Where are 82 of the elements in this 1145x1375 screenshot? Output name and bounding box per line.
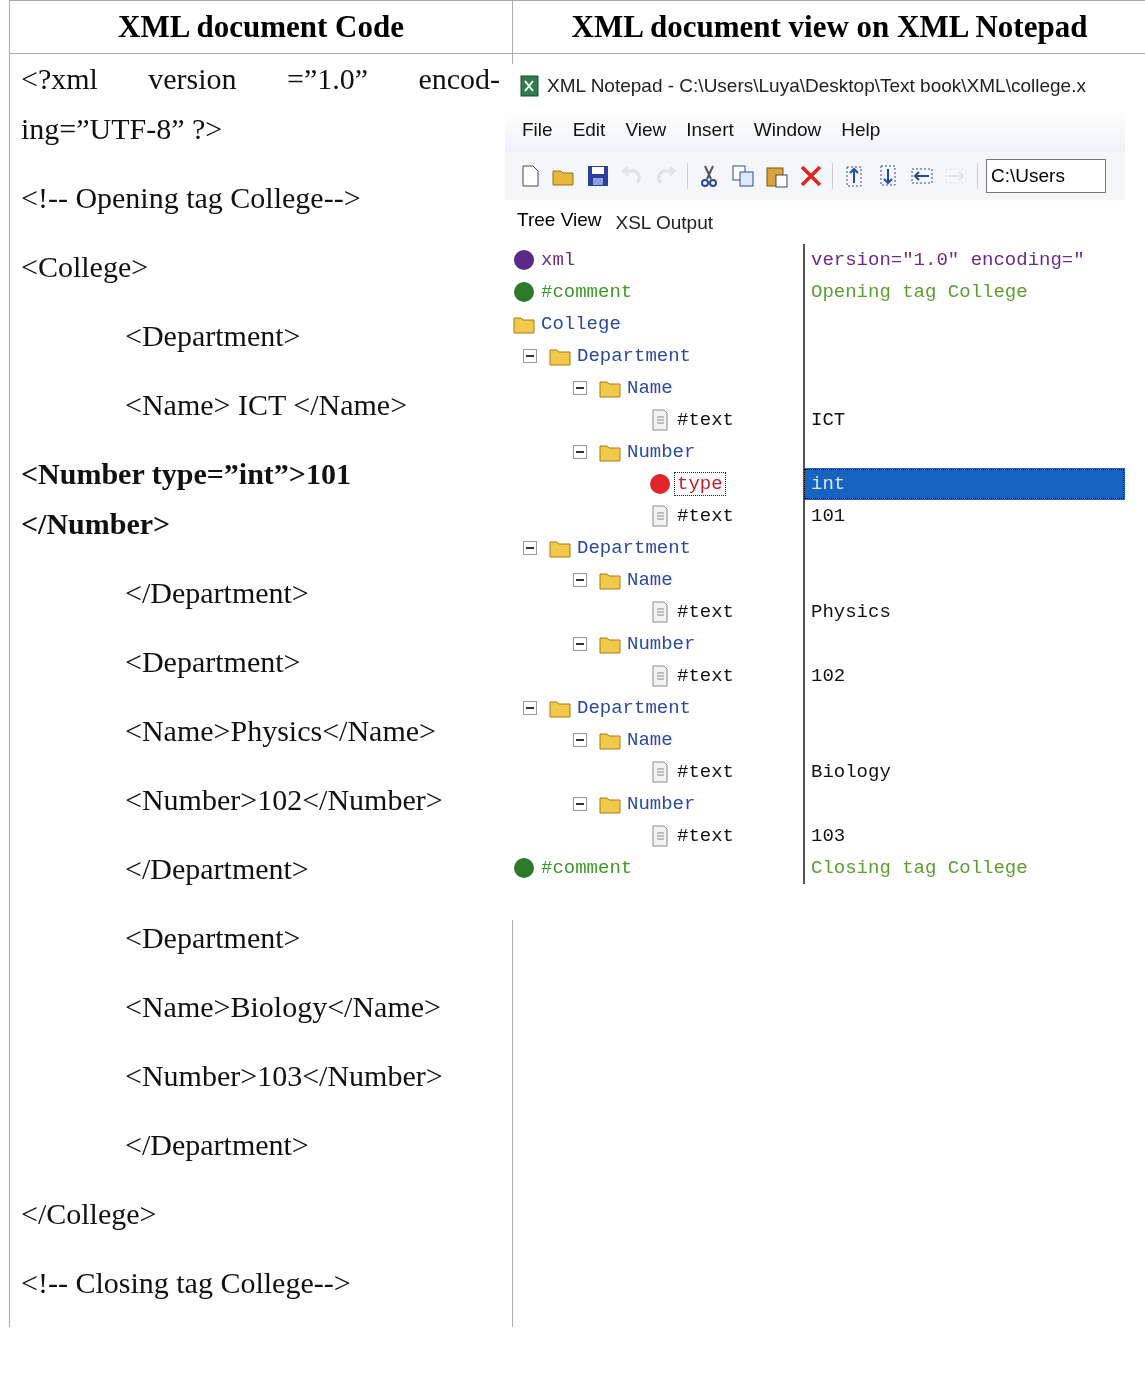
menu-item[interactable]: View <box>618 117 674 143</box>
node-name[interactable]: #text <box>675 505 736 527</box>
node-name[interactable]: College <box>539 313 623 335</box>
node-value: 103 <box>803 820 1125 852</box>
node-name[interactable]: Name <box>625 569 675 591</box>
node-name[interactable]: xml <box>539 249 578 271</box>
menu-item[interactable]: Edit <box>565 117 613 143</box>
code-line: <Number>102</Number> <box>124 782 444 818</box>
code-line: </Department> <box>124 851 310 887</box>
window-title: XML Notepad - C:\Users\Luya\Desktop\Text book\XML\college.x <box>547 75 1086 97</box>
node-name[interactable]: #text <box>675 409 736 431</box>
collapse-icon[interactable] <box>573 381 587 395</box>
menu-item[interactable]: File <box>515 117 560 143</box>
tab[interactable]: XSL Output <box>611 210 717 240</box>
code-line: <!-- Closing tag College--> <box>21 1265 352 1301</box>
column-header: XML document Code <box>10 1 513 54</box>
node-name[interactable]: #comment <box>539 281 635 303</box>
copy-icon[interactable] <box>730 163 756 189</box>
code-line: </Department> <box>124 1127 310 1163</box>
node-value: Biology <box>803 756 1125 788</box>
menu-item[interactable]: Insert <box>679 117 741 143</box>
document-icon <box>649 665 671 687</box>
code-line: <Number>103</Number> <box>124 1058 444 1094</box>
node-name[interactable]: #text <box>675 825 736 847</box>
node-name[interactable]: Name <box>625 729 675 751</box>
code-line: <College> <box>21 249 150 285</box>
collapse-icon[interactable] <box>573 733 587 747</box>
code-line: <Number type=”int”>101 </Number> <box>21 456 352 542</box>
node-value: version="1.0" encoding=" <box>803 244 1125 276</box>
code-line: <Department> <box>124 318 302 354</box>
node-name[interactable]: #text <box>675 665 736 687</box>
node-name[interactable]: Department <box>575 537 694 559</box>
document-icon <box>649 825 671 847</box>
app-icon <box>519 75 541 97</box>
code-line: <Department> <box>124 920 302 956</box>
document-icon <box>649 601 671 623</box>
node-name[interactable]: #comment <box>539 857 635 879</box>
dot-icon <box>649 473 671 495</box>
collapse-icon[interactable] <box>573 637 587 651</box>
menu-item[interactable]: Window <box>746 117 829 143</box>
code-line: <Name>Biology</Name> <box>124 989 442 1025</box>
node-value: ICT <box>803 404 1125 436</box>
code-line: </College> <box>21 1196 158 1232</box>
code-line: <Name> ICT </Name> <box>124 387 409 423</box>
document-icon <box>649 409 671 431</box>
dot-icon <box>513 857 535 879</box>
location-field[interactable]: C:\Users <box>986 159 1106 193</box>
menu-item[interactable]: Help <box>834 117 888 143</box>
dot-icon <box>513 281 535 303</box>
column-header: XML document view on XML Notepad <box>513 1 1145 54</box>
code-line: <?xml version =”1.0” encod-ing=”UTF-8” ?> <box>21 61 500 147</box>
save-icon[interactable] <box>585 163 611 189</box>
node-name[interactable]: Department <box>575 697 694 719</box>
node-value: 102 <box>803 660 1125 692</box>
collapse-icon[interactable] <box>523 541 537 555</box>
node-value: int <box>803 468 1125 500</box>
node-name[interactable]: Number <box>625 441 698 463</box>
node-name[interactable]: Department <box>575 345 694 367</box>
code-line: <Department> <box>124 644 302 680</box>
node-value: Closing tag College <box>803 852 1125 884</box>
delete-icon[interactable] <box>798 163 824 189</box>
node-name[interactable]: #text <box>675 601 736 623</box>
node-name[interactable]: Name <box>625 377 675 399</box>
code-line: <!-- Opening tag College--> <box>21 180 362 216</box>
code-line: <Name>Physics</Name> <box>124 713 437 749</box>
node-name[interactable]: Number <box>625 633 698 655</box>
tab[interactable]: Tree View <box>513 207 606 240</box>
collapse-icon[interactable] <box>523 701 537 715</box>
document-icon <box>649 505 671 527</box>
dot-icon <box>513 249 535 271</box>
collapse-icon[interactable] <box>573 797 587 811</box>
node-name[interactable]: #text <box>675 761 736 783</box>
collapse-icon[interactable] <box>573 445 587 459</box>
node-value: 101 <box>803 500 1125 532</box>
code-line: </Department> <box>124 575 310 611</box>
collapse-icon[interactable] <box>523 349 537 363</box>
node-name[interactable]: Number <box>625 793 698 815</box>
collapse-icon[interactable] <box>573 573 587 587</box>
node-value: Opening tag College <box>803 276 1125 308</box>
document-icon <box>649 761 671 783</box>
node-value: Physics <box>803 596 1125 628</box>
node-name[interactable]: type <box>675 473 725 495</box>
